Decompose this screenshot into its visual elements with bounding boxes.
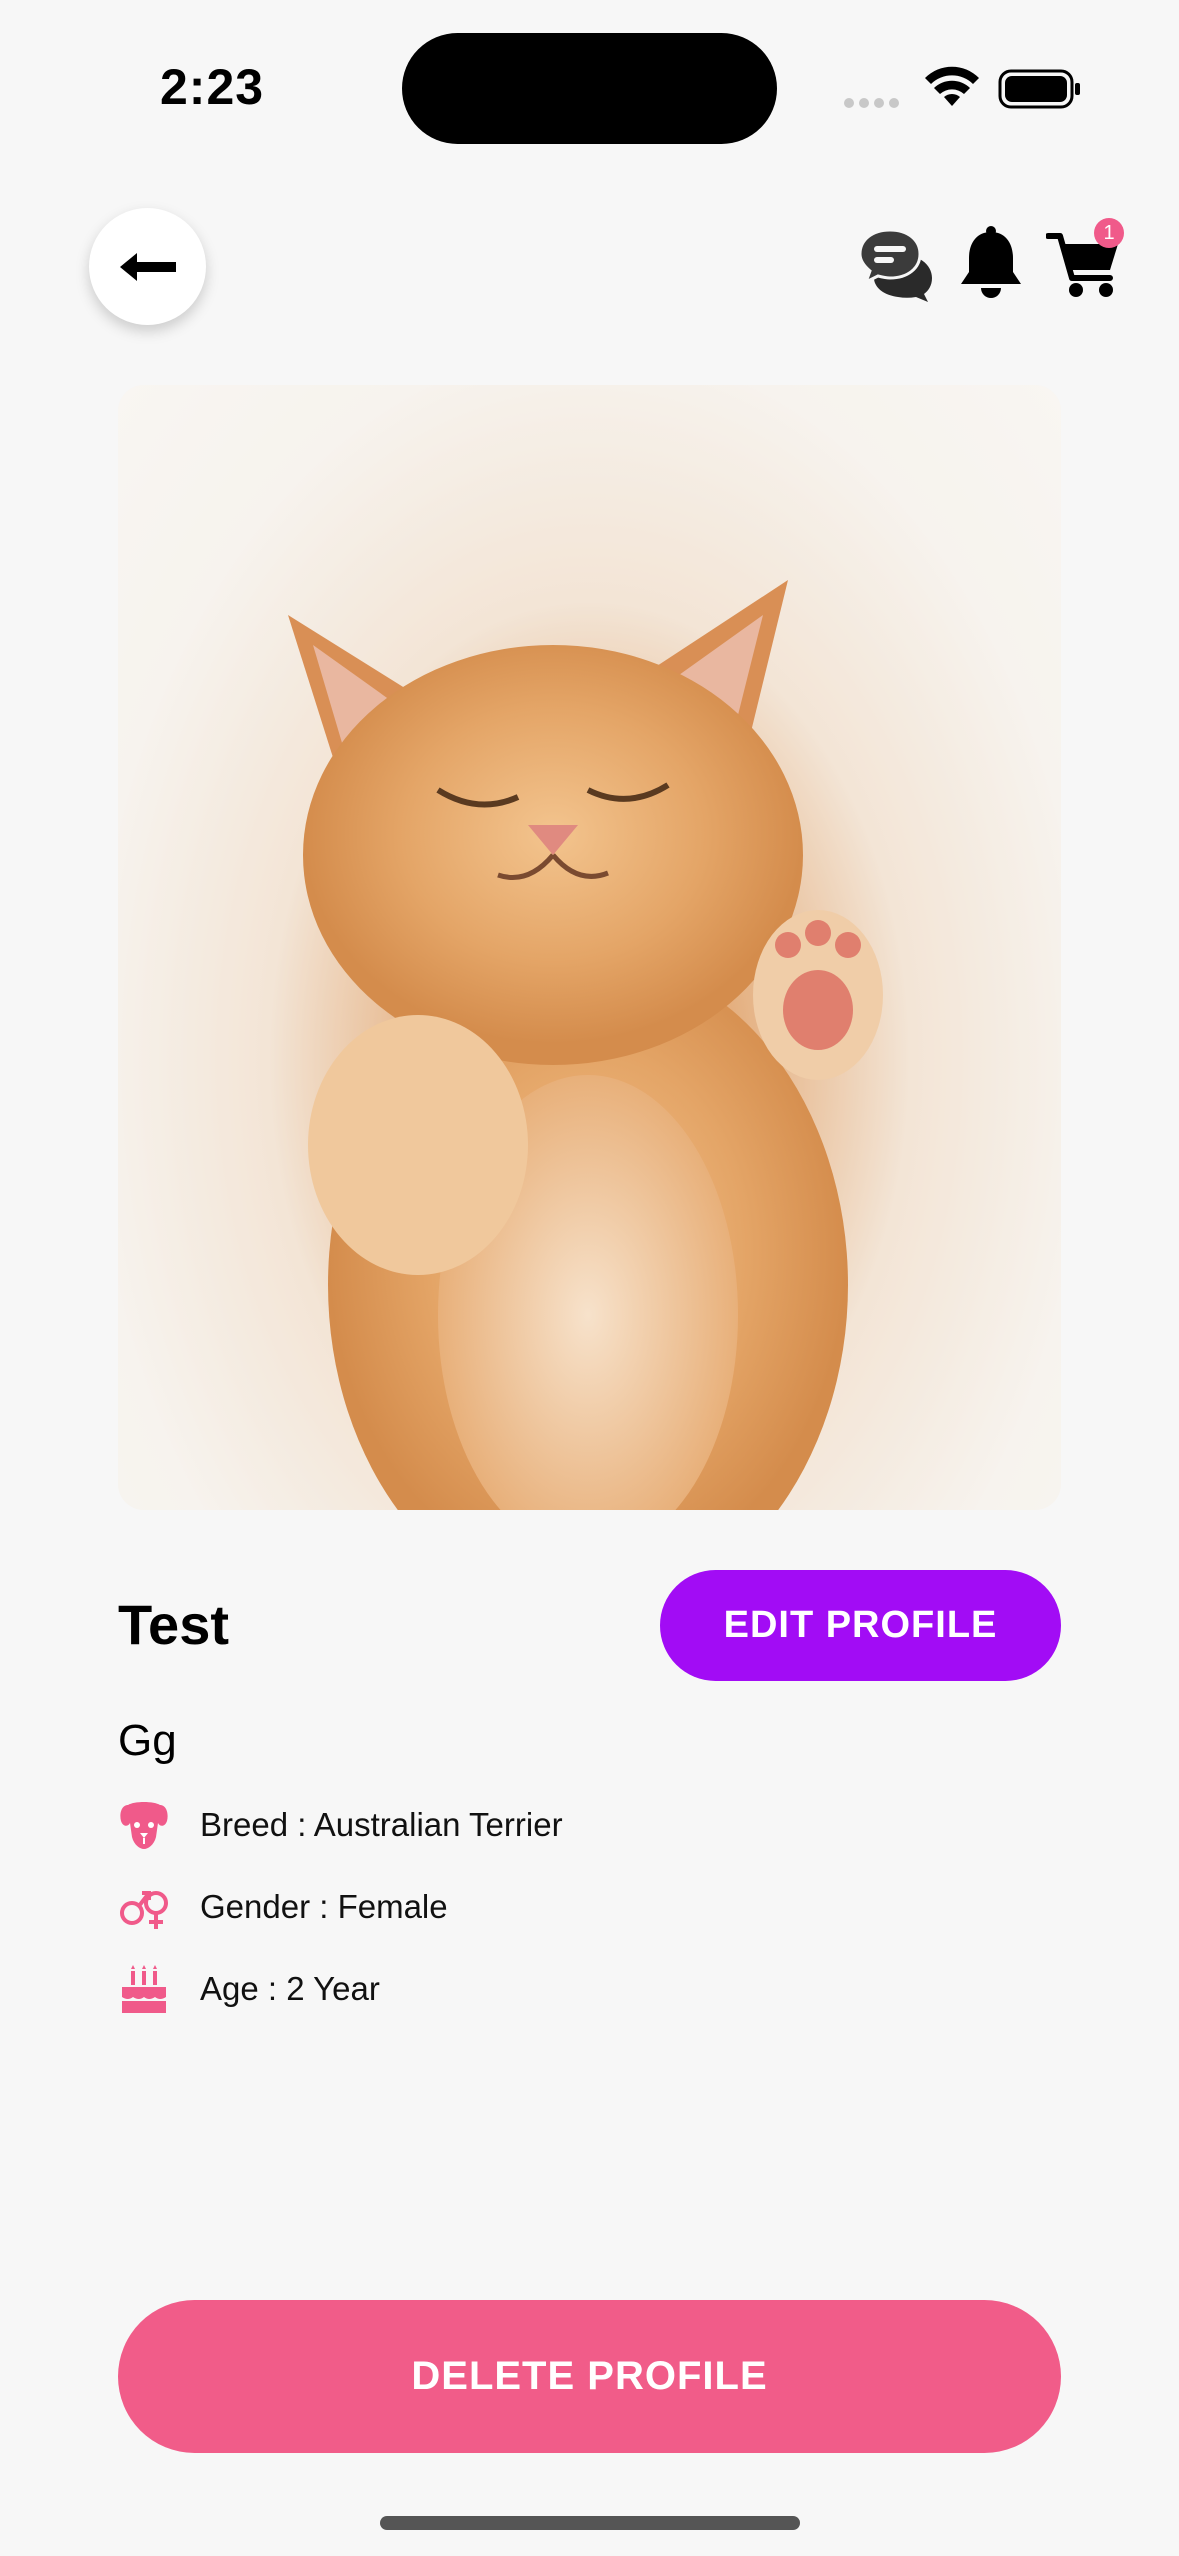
cake-icon <box>122 1965 166 2013</box>
dog-icon <box>120 1802 168 1849</box>
pet-name: Test <box>118 1593 229 1656</box>
home-indicator[interactable] <box>380 2516 800 2530</box>
kitten-illustration <box>118 385 1061 1510</box>
bell-icon[interactable] <box>958 226 1024 302</box>
cellular-signal-icon <box>844 95 904 113</box>
attribute-gender: Gender : Female <box>118 1881 448 1933</box>
gender-icon <box>120 1891 168 1929</box>
cart-count-badge: 1 <box>1094 218 1124 248</box>
wifi-icon <box>925 66 979 106</box>
dynamic-island <box>402 33 777 144</box>
attribute-age: Age : 2 Year <box>118 1963 380 2015</box>
delete-profile-button[interactable]: DELETE PROFILE <box>118 2300 1061 2453</box>
status-time: 2:23 <box>160 59 265 115</box>
edit-profile-button[interactable]: EDIT PROFILE <box>660 1570 1061 1681</box>
back-button[interactable] <box>89 208 206 325</box>
breed-text: Breed : Australian Terrier <box>200 1806 563 1843</box>
battery-icon <box>998 69 1080 109</box>
gender-text: Gender : Female <box>200 1888 448 1925</box>
chat-icon[interactable] <box>858 226 934 302</box>
arrow-left-icon <box>119 252 176 281</box>
pet-photo <box>118 385 1061 1510</box>
age-text: Age : 2 Year <box>200 1970 380 2007</box>
pet-description: Gg <box>118 1716 177 1765</box>
attribute-breed: Breed : Australian Terrier <box>118 1799 563 1851</box>
